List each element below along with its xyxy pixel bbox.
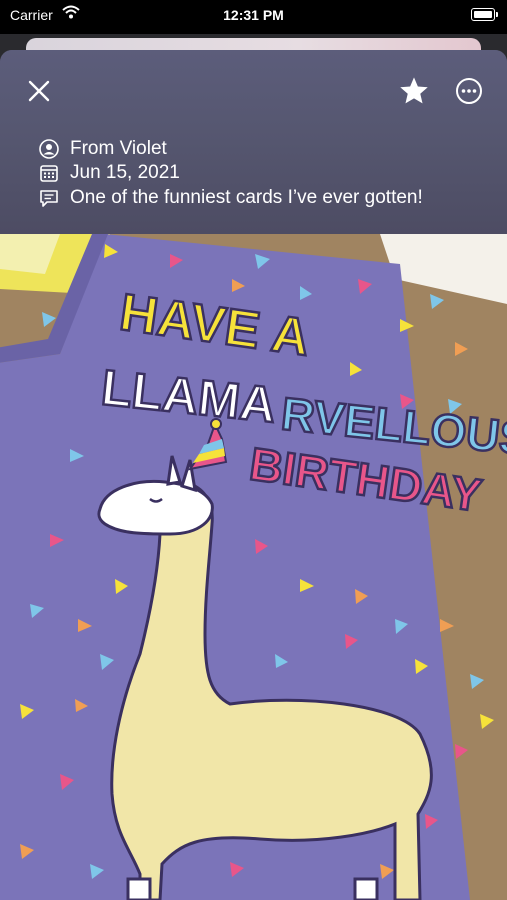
more-options-button[interactable] bbox=[451, 73, 487, 109]
sender-row: From Violet bbox=[38, 138, 167, 160]
status-time: 12:31 PM bbox=[223, 7, 284, 23]
date-row: Jun 15, 2021 bbox=[38, 162, 180, 184]
close-button[interactable] bbox=[21, 73, 57, 109]
favorite-button[interactable] bbox=[396, 73, 432, 109]
card-header: From Violet Jun 15, 2021 One of the funn… bbox=[0, 50, 507, 234]
ellipsis-circle-icon bbox=[456, 78, 482, 104]
message-icon bbox=[38, 187, 60, 209]
sender-text: From Violet bbox=[70, 138, 167, 159]
note-text: One of the funniest cards I’ve ever gott… bbox=[70, 187, 423, 208]
card-illustration: HAVE A LLAMA RVELLOUS BIRTHDAY bbox=[0, 234, 507, 900]
date-text: Jun 15, 2021 bbox=[70, 162, 180, 183]
person-circle-icon bbox=[38, 138, 60, 160]
close-icon bbox=[28, 80, 50, 102]
status-bar: Carrier 12:31 PM bbox=[0, 0, 507, 34]
calendar-icon bbox=[38, 162, 60, 184]
note-row: One of the funniest cards I’ve ever gott… bbox=[38, 187, 423, 209]
card-detail-modal: From Violet Jun 15, 2021 One of the funn… bbox=[0, 50, 507, 900]
star-icon bbox=[400, 77, 428, 104]
battery-icon bbox=[471, 8, 498, 21]
card-photo[interactable]: HAVE A LLAMA RVELLOUS BIRTHDAY bbox=[0, 234, 507, 900]
